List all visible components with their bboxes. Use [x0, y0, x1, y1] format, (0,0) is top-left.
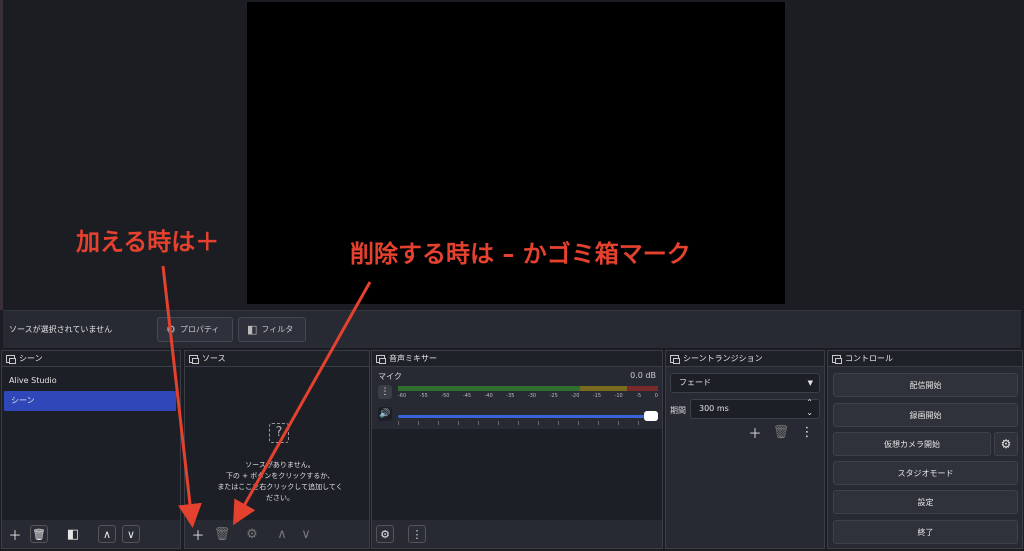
arrow-to-add-button — [161, 265, 202, 528]
annotation-arrows — [161, 265, 372, 528]
arrow-to-delete-button — [233, 281, 372, 526]
